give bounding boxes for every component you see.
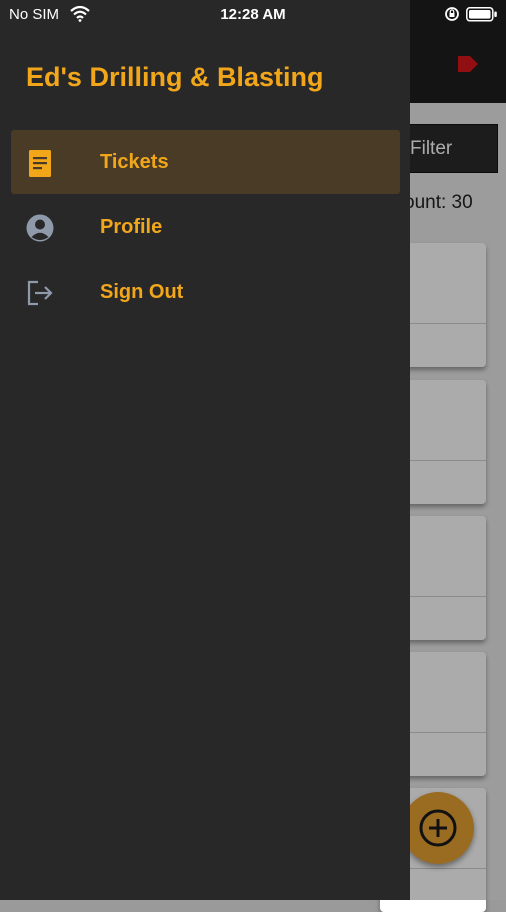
navigation-drawer: Ed's Drilling & Blasting Tickets Profile… — [0, 0, 410, 900]
drawer-item-label: Sign Out — [100, 281, 184, 303]
orientation-lock-icon — [445, 7, 459, 21]
drawer-item-profile[interactable]: Profile — [11, 195, 400, 259]
drawer-item-label: Profile — [100, 216, 163, 238]
status-bar: No SIM 12:28 AM — [0, 0, 506, 30]
user-circle-icon — [26, 214, 54, 242]
drawer-item-sign-out[interactable]: Sign Out — [11, 260, 400, 324]
document-icon — [29, 150, 51, 177]
clock: 12:28 AM — [220, 6, 286, 23]
battery-icon — [466, 7, 497, 22]
drawer-item-label: Tickets — [100, 151, 169, 173]
drawer-title: Ed's Drilling & Blasting — [26, 62, 324, 92]
sign-out-icon — [27, 280, 53, 306]
drawer-item-tickets[interactable]: Tickets — [11, 130, 400, 194]
